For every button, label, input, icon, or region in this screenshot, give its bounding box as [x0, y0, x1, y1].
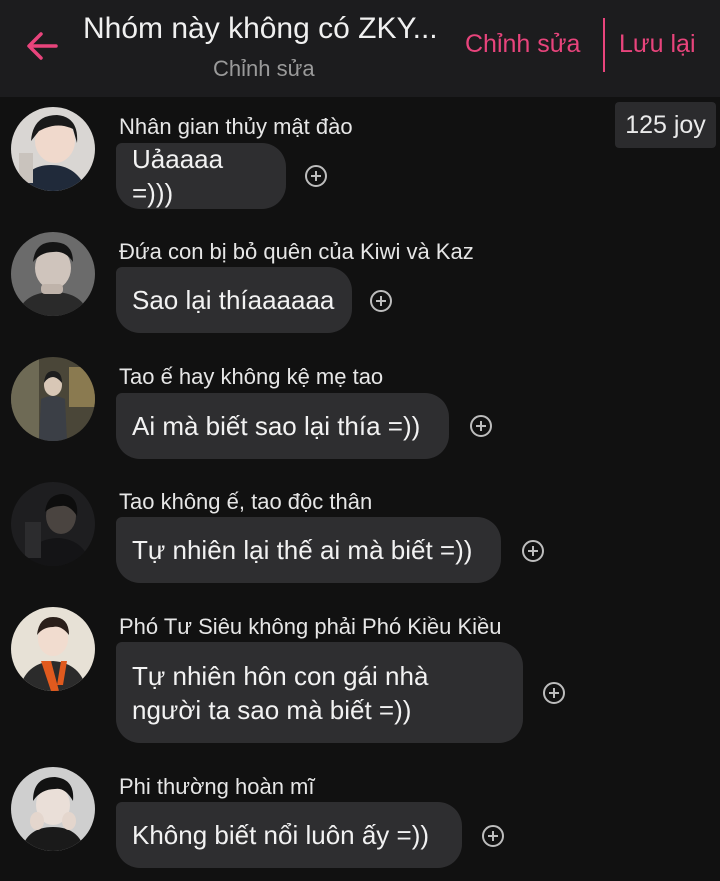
message-bubble[interactable]: Tự nhiên lại thế ai mà biết =)) [116, 517, 501, 583]
message-bubble[interactable]: Tự nhiên hôn con gái nhà người ta sao mà… [116, 642, 523, 743]
avatar[interactable] [11, 107, 95, 191]
message-bubble[interactable]: Ai mà biết sao lại thía =)) [116, 393, 449, 459]
avatar[interactable] [11, 482, 95, 566]
sender-name: Nhân gian thủy mật đào [119, 114, 353, 139]
message-line: người ta sao mà biết =)) [132, 694, 412, 725]
add-reaction-icon[interactable] [522, 540, 544, 562]
avatar[interactable] [11, 357, 95, 441]
add-reaction-icon[interactable] [370, 290, 392, 312]
sender-name: Tao không ế, tao độc thân [119, 489, 373, 514]
group-subtitle: Chỉnh sửa [213, 56, 315, 81]
sender-name: Phó Tư Siêu không phải Phó Kiều Kiều [119, 614, 502, 639]
header-divider [603, 18, 605, 72]
sender-name: Tao ế hay không kệ mẹ tao [119, 364, 384, 389]
avatar[interactable] [11, 607, 95, 691]
edit-button[interactable]: Chỉnh sửa [465, 30, 580, 59]
add-reaction-icon[interactable] [482, 825, 504, 847]
add-reaction-icon[interactable] [543, 682, 565, 704]
joy-badge: 125 joy [615, 102, 716, 148]
arrow-left-icon [27, 32, 58, 60]
top-app-bar: Nhóm này không có ZKY... Chỉnh sửa Chỉnh… [0, 0, 720, 97]
group-title: Nhóm này không có ZKY... [83, 12, 438, 45]
sender-name: Đứa con bị bỏ quên của Kiwi và Kaz [119, 239, 474, 264]
sender-name: Phi thường hoàn mĩ [119, 774, 315, 799]
save-button[interactable]: Lưu lại [619, 30, 696, 59]
message-bubble[interactable]: Uảaaaa =))) [116, 143, 286, 209]
back-button[interactable] [22, 26, 62, 66]
add-reaction-icon[interactable] [305, 165, 327, 187]
avatar[interactable] [11, 232, 95, 316]
add-reaction-icon[interactable] [470, 415, 492, 437]
message-bubble[interactable]: Không biết nổi luôn ấy =)) [116, 802, 462, 868]
avatar[interactable] [11, 767, 95, 851]
message-bubble[interactable]: Sao lại thíaaaaaa [116, 267, 352, 333]
message-line: Tự nhiên hôn con gái nhà [132, 660, 429, 691]
